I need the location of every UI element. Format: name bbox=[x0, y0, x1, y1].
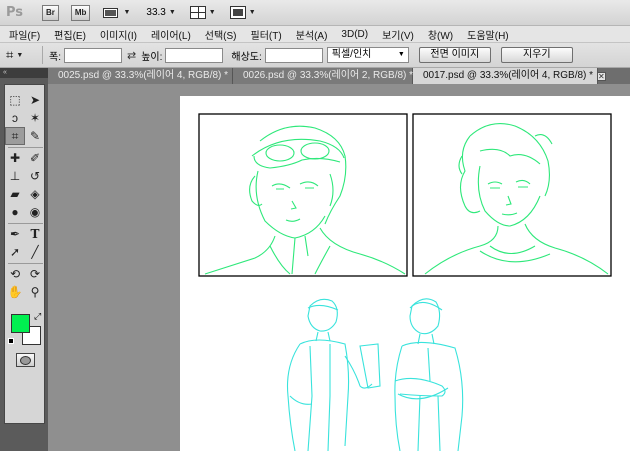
menu-analysis[interactable]: 분석(A) bbox=[296, 27, 328, 42]
menu-view[interactable]: 보기(V) bbox=[382, 27, 414, 42]
menu-window[interactable]: 창(W) bbox=[428, 27, 453, 42]
divider bbox=[8, 147, 43, 148]
path-select-icon[interactable]: ➚ bbox=[5, 243, 25, 261]
height-input[interactable] bbox=[165, 47, 224, 63]
swap-dimensions-icon[interactable]: ⇄ bbox=[127, 49, 136, 62]
zoom-icon[interactable]: ⚲ bbox=[25, 283, 45, 301]
panel-collapse-icon[interactable]: « bbox=[0, 68, 48, 78]
tools-grid: ⬚ ➤ ↄ ✶ ⌗ ✎ ✚ ✐ ⊥ ↺ ▰ ◈ ● ◉ ✒ T ➚ ╱ ⟲ ⟳ … bbox=[4, 84, 45, 424]
clear-button[interactable]: 지우기 bbox=[500, 47, 573, 63]
width-input[interactable] bbox=[63, 47, 122, 63]
photoshop-logo: Ps bbox=[6, 4, 24, 20]
chevron-down-icon: ▼ bbox=[16, 51, 24, 59]
arrange-documents-icon[interactable] bbox=[189, 6, 206, 19]
brush-icon[interactable]: ✐ bbox=[25, 149, 45, 167]
front-image-button[interactable]: 전면 이미지 bbox=[418, 47, 491, 63]
view-extras-icon[interactable] bbox=[102, 6, 120, 20]
dodge-icon[interactable]: ◉ bbox=[25, 203, 45, 221]
sketch-boy-portrait bbox=[424, 123, 609, 275]
comic-panel-left bbox=[198, 113, 408, 277]
arrange-dropdown-icon[interactable]: ▼ bbox=[209, 9, 216, 16]
comic-panel-right bbox=[412, 113, 612, 277]
resolution-label: 해상도: bbox=[231, 51, 262, 63]
menu-help[interactable]: 도움말(H) bbox=[467, 27, 508, 42]
eyedropper-icon[interactable]: ✎ bbox=[25, 127, 45, 145]
tab-label: 0017.psd @ 33.3%(레이어 4, RGB/8) * bbox=[423, 70, 594, 81]
artwork bbox=[198, 113, 612, 451]
chevron-down-icon[interactable]: ▼ bbox=[123, 9, 130, 16]
paint-bucket-icon[interactable]: ◈ bbox=[25, 185, 45, 203]
crop-icon[interactable]: ⌗ bbox=[5, 127, 25, 145]
document-tabs: 0025.psd @ 33.3%(레이어 4, RGB/8) * ✕ 0026.… bbox=[48, 68, 630, 84]
3d-orbit-icon[interactable]: ⟳ bbox=[25, 265, 45, 283]
height-label: 높이: bbox=[141, 51, 163, 63]
blur-icon[interactable]: ● bbox=[5, 203, 25, 221]
resolution-input[interactable] bbox=[264, 47, 323, 63]
zoom-dropdown-icon[interactable]: ▼ bbox=[169, 9, 176, 16]
tab-label: 0025.psd @ 33.3%(레이어 4, RGB/8) * bbox=[58, 70, 229, 81]
options-bar: ⌗ ▼ 폭: ⇄ 높이: 해상도: 픽셀/인치 ▼ 전면 이미지 지우기 bbox=[0, 43, 630, 68]
default-colors-icon[interactable] bbox=[8, 338, 14, 344]
menu-layer[interactable]: 레이어(L) bbox=[151, 27, 191, 42]
bridge-button[interactable]: Br bbox=[42, 4, 59, 21]
close-icon[interactable]: ✕ bbox=[597, 71, 606, 81]
foreground-color-swatch[interactable] bbox=[11, 314, 30, 333]
tab-0017[interactable]: 0017.psd @ 33.3%(레이어 4, RGB/8) * ✕ bbox=[413, 68, 606, 84]
document-workspace bbox=[48, 84, 630, 451]
pen-icon[interactable]: ✒ bbox=[5, 225, 25, 243]
resolution-unit-value: 픽셀/인치 bbox=[331, 49, 372, 60]
chevron-down-icon: ▼ bbox=[397, 51, 405, 58]
mini-bridge-button[interactable]: Mb bbox=[70, 4, 91, 21]
menu-select[interactable]: 선택(S) bbox=[205, 27, 237, 42]
sketch-boy-goggles bbox=[204, 125, 406, 275]
type-icon[interactable]: T bbox=[25, 225, 45, 243]
line-icon[interactable]: ╱ bbox=[25, 243, 45, 261]
width-label: 폭: bbox=[49, 51, 61, 63]
marquee-icon[interactable]: ⬚ bbox=[5, 91, 25, 109]
crop-icon: ⌗ bbox=[6, 47, 14, 62]
menu-filter[interactable]: 필터(T) bbox=[251, 27, 282, 42]
tools-panel: « ⬚ ➤ ↄ ✶ ⌗ ✎ ✚ ✐ ⊥ ↺ ▰ ◈ ● ◉ ✒ T ➚ ╱ ⟲ … bbox=[0, 68, 48, 451]
magic-wand-icon[interactable]: ✶ bbox=[25, 109, 45, 127]
3d-rotate-icon[interactable]: ⟲ bbox=[5, 265, 25, 283]
canvas[interactable] bbox=[180, 96, 630, 451]
menu-bar: 파일(F) 편집(E) 이미지(I) 레이어(L) 선택(S) 필터(T) 분석… bbox=[0, 26, 630, 43]
resolution-unit-select[interactable]: 픽셀/인치 ▼ bbox=[326, 47, 409, 63]
photoshop-window: Ps Br Mb ▼ 33.3 ▼ ▼ ▼ 파일(F) 편집(E) 이미지(I)… bbox=[0, 0, 630, 451]
healing-icon[interactable]: ✚ bbox=[5, 149, 25, 167]
stamp-icon[interactable]: ⊥ bbox=[5, 167, 25, 185]
swap-colors-icon[interactable]: ⤢ bbox=[34, 311, 41, 322]
eraser-icon[interactable]: ▰ bbox=[5, 185, 25, 203]
menu-image[interactable]: 이미지(I) bbox=[100, 27, 137, 42]
tool-preset-picker[interactable]: ⌗ ▼ bbox=[6, 45, 36, 65]
divider bbox=[8, 223, 43, 224]
menu-edit[interactable]: 편집(E) bbox=[54, 27, 86, 42]
divider bbox=[8, 263, 43, 264]
history-brush-icon[interactable]: ↺ bbox=[25, 167, 45, 185]
screen-mode-icon[interactable] bbox=[229, 6, 246, 19]
tab-0026[interactable]: 0026.psd @ 33.3%(레이어 2, RGB/8) * ✕ bbox=[233, 68, 426, 84]
lasso-icon[interactable]: ↄ bbox=[5, 109, 25, 127]
screen-mode-dropdown-icon[interactable]: ▼ bbox=[249, 9, 256, 16]
move-icon[interactable]: ➤ bbox=[25, 91, 45, 109]
menu-file[interactable]: 파일(F) bbox=[9, 27, 40, 42]
application-bar: Ps Br Mb ▼ 33.3 ▼ ▼ ▼ bbox=[0, 0, 630, 26]
quick-mask-icon[interactable] bbox=[16, 353, 35, 367]
tab-label: 0026.psd @ 33.3%(레이어 2, RGB/8) * bbox=[243, 70, 414, 81]
sketch-full-body-figures bbox=[286, 298, 464, 451]
tab-0025[interactable]: 0025.psd @ 33.3%(레이어 4, RGB/8) * ✕ bbox=[48, 68, 241, 84]
zoom-level[interactable]: 33.3 bbox=[146, 7, 165, 18]
menu-3d[interactable]: 3D(D) bbox=[341, 29, 368, 40]
divider bbox=[42, 46, 43, 64]
hand-icon[interactable]: ✋ bbox=[5, 283, 25, 301]
